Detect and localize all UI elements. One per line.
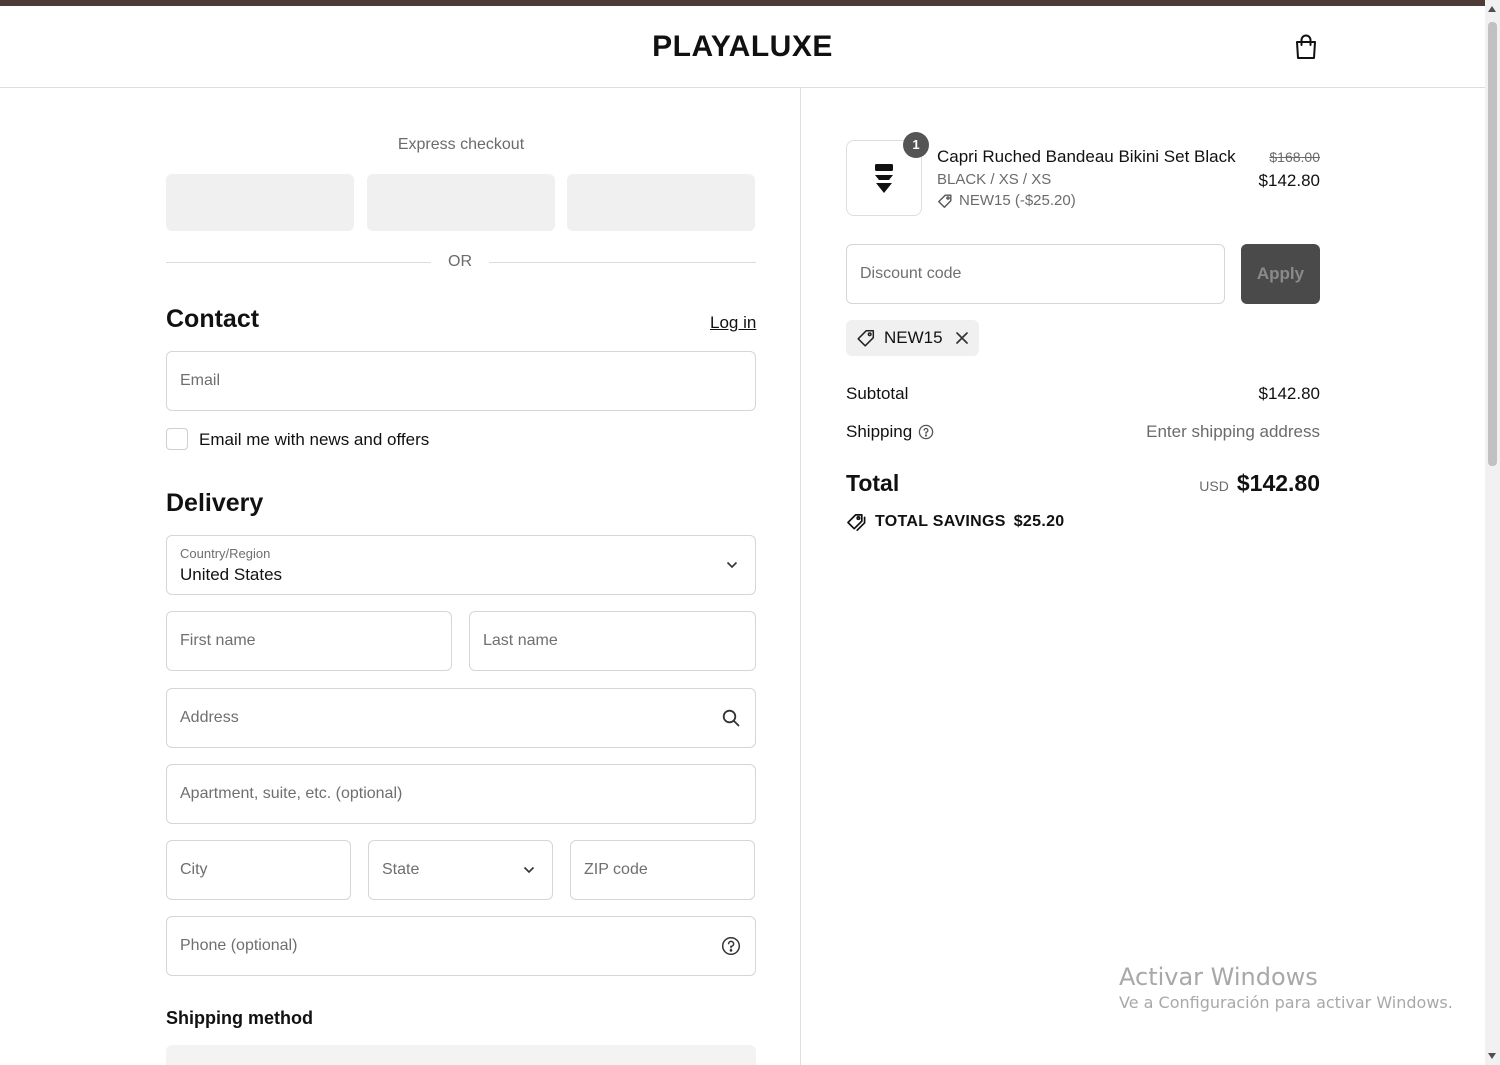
discount-code-field[interactable]: Discount code <box>846 244 1225 304</box>
tag-icon <box>938 194 952 208</box>
newsletter-label[interactable]: Email me with news and offers <box>199 430 429 450</box>
or-divider-left <box>166 262 431 263</box>
store-logo[interactable]: PLAYALUXE <box>0 30 1485 64</box>
tags-icon <box>847 514 866 532</box>
applied-discount-code: NEW15 <box>884 328 943 347</box>
express-pay-button-3[interactable] <box>567 174 755 231</box>
product-price: $142.80 <box>1258 171 1320 190</box>
checkout-form: Express checkout OR Contact Log in Email… <box>0 88 800 1065</box>
shipping-method-heading: Shipping method <box>166 1008 313 1028</box>
city-field[interactable]: City <box>166 840 351 900</box>
express-checkout-label: Express checkout <box>397 136 525 153</box>
total-label: Total <box>846 470 900 496</box>
scroll-up-arrow-icon[interactable] <box>1488 6 1496 12</box>
shipping-label: Shipping <box>846 422 913 441</box>
shipping-row-label: Shipping <box>846 422 934 442</box>
delivery-heading: Delivery <box>166 489 264 517</box>
windows-activation-title: Activar Windows <box>1119 963 1318 991</box>
apartment-field[interactable]: Apartment, suite, etc. (optional) <box>166 764 756 824</box>
or-divider-label: OR <box>448 253 472 270</box>
quantity-badge: 1 <box>903 132 929 158</box>
windows-activation-subtitle: Ve a Configuración para activar Windows. <box>1119 993 1453 1012</box>
phone-placeholder: Phone (optional) <box>180 937 298 954</box>
login-link[interactable]: Log in <box>710 313 756 333</box>
apartment-placeholder: Apartment, suite, etc. (optional) <box>180 785 403 802</box>
product-discount: NEW15 (-$25.20) <box>937 192 1076 209</box>
total-savings-value: $25.20 <box>1013 513 1065 530</box>
zip-field[interactable]: ZIP code <box>570 840 755 900</box>
scrollbar-thumb[interactable] <box>1488 22 1497 466</box>
state-select[interactable]: State <box>368 840 553 900</box>
last-name-placeholder: Last name <box>483 632 558 649</box>
address-placeholder: Address <box>180 709 239 726</box>
product-name: Capri Ruched Bandeau Bikini Set Black <box>937 147 1236 166</box>
help-circle-icon[interactable] <box>918 424 934 440</box>
product-variant: BLACK / XS / XS <box>937 171 1052 188</box>
order-summary: 1 Capri Ruched Bandeau Bikini Set Black … <box>801 88 1485 1065</box>
shopping-bag-icon[interactable] <box>1293 33 1319 61</box>
email-field[interactable]: Email <box>166 351 756 411</box>
close-icon[interactable] <box>955 331 969 345</box>
scroll-down-arrow-icon[interactable] <box>1488 1053 1496 1059</box>
zip-placeholder: ZIP code <box>584 861 648 878</box>
chevron-down-icon <box>726 561 738 569</box>
express-pay-button-2[interactable] <box>367 174 555 231</box>
total-savings-label: TOTAL SAVINGS <box>875 513 1006 530</box>
last-name-field[interactable]: Last name <box>469 611 756 671</box>
newsletter-checkbox[interactable] <box>166 428 188 450</box>
apply-discount-button[interactable]: Apply <box>1241 244 1320 304</box>
or-divider-right <box>489 262 756 263</box>
first-name-field[interactable]: First name <box>166 611 452 671</box>
shipping-value: Enter shipping address <box>1146 422 1320 441</box>
search-icon[interactable] <box>722 709 740 727</box>
tag-icon <box>857 329 875 347</box>
subtotal-label: Subtotal <box>846 384 909 403</box>
city-placeholder: City <box>180 861 208 878</box>
total-value-group: USD $142.80 <box>1199 470 1320 497</box>
country-value: United States <box>180 565 283 584</box>
email-placeholder: Email <box>180 372 221 389</box>
total-currency: USD <box>1199 478 1229 494</box>
country-select[interactable]: Country/Region United States <box>166 535 756 595</box>
checkout-header: PLAYALUXE <box>0 6 1485 88</box>
total-savings: TOTAL SAVINGS $25.20 <box>846 512 1064 532</box>
page-scrollbar[interactable] <box>1485 0 1500 1065</box>
product-discount-text: NEW15 (-$25.20) <box>959 192 1076 209</box>
help-circle-icon[interactable] <box>721 936 741 956</box>
applied-discount-chip: NEW15 <box>846 320 979 356</box>
bikini-product-image <box>875 164 893 193</box>
address-field[interactable]: Address <box>166 688 756 748</box>
total-amount: $142.80 <box>1236 470 1320 496</box>
first-name-placeholder: First name <box>180 632 256 649</box>
product-original-price: $168.00 <box>1269 149 1320 165</box>
subtotal-value: $142.80 <box>1258 384 1320 403</box>
state-placeholder: State <box>382 861 420 878</box>
contact-heading: Contact <box>166 305 260 333</box>
chevron-down-icon <box>523 866 535 874</box>
express-pay-button-1[interactable] <box>166 174 354 231</box>
discount-code-placeholder: Discount code <box>860 265 962 282</box>
country-label: Country/Region <box>180 546 271 561</box>
phone-field[interactable]: Phone (optional) <box>166 916 756 976</box>
shipping-method-placeholder-box <box>166 1045 756 1065</box>
